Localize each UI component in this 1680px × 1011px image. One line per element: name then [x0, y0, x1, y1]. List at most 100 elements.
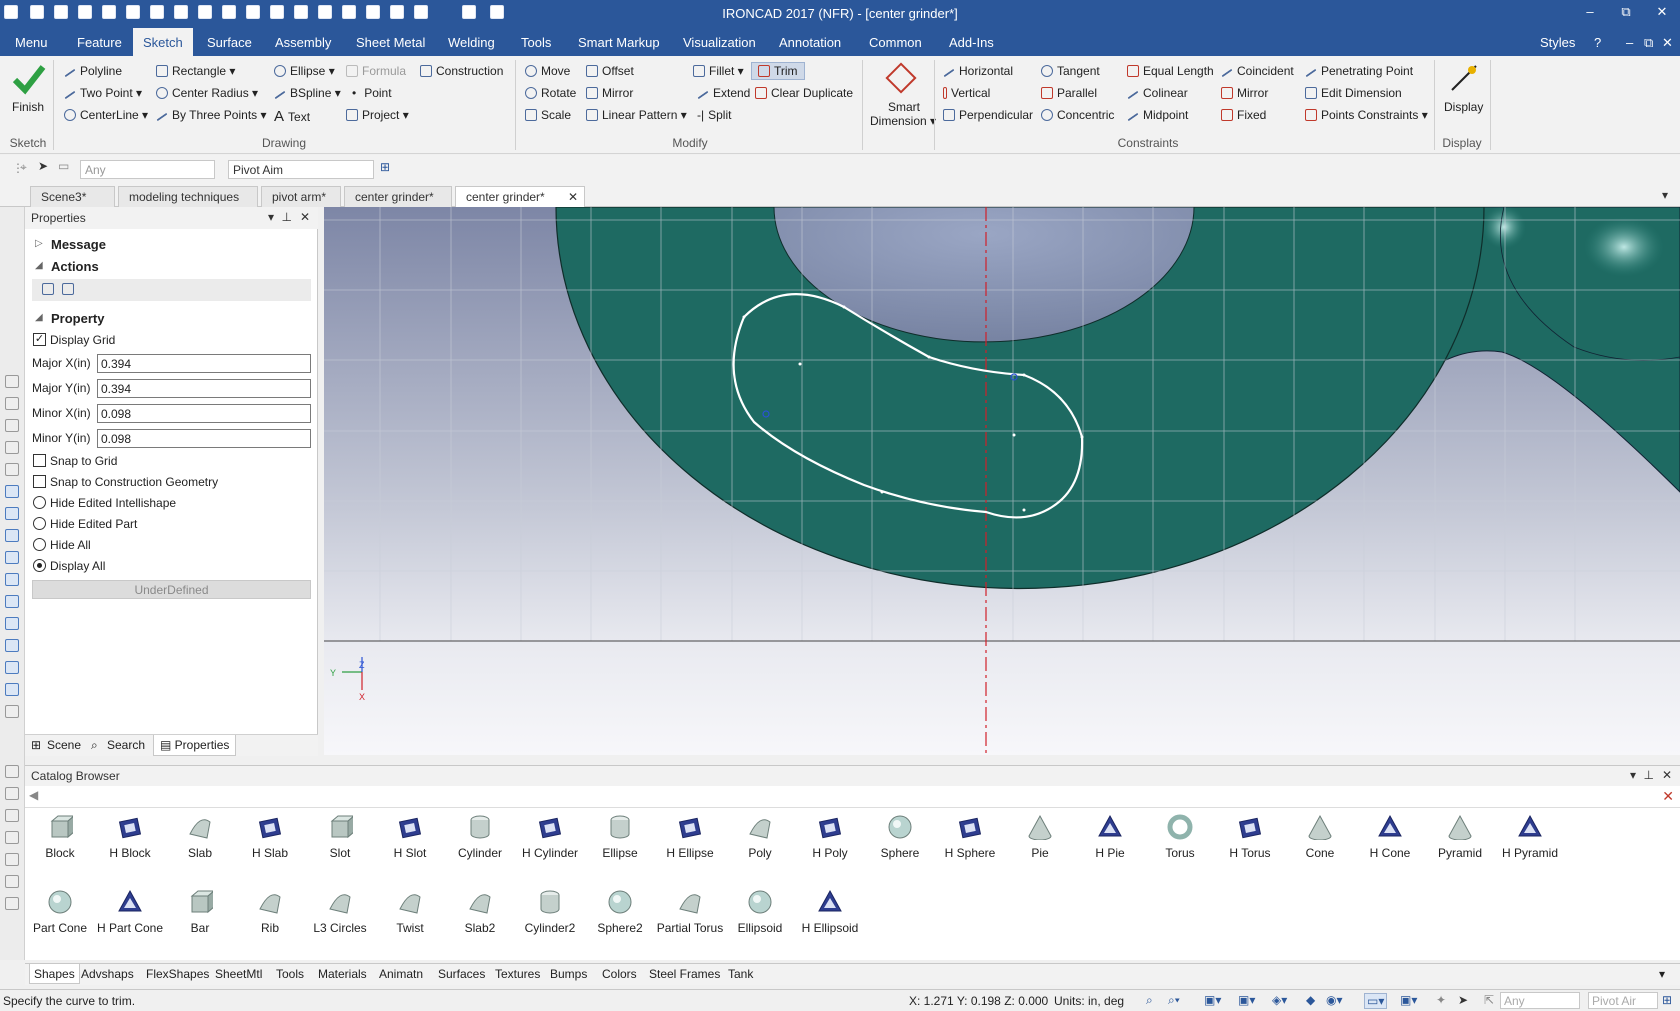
catalog-item-h-torus[interactable]: H Torus [1215, 814, 1285, 860]
tool-icon-8[interactable] [5, 529, 19, 542]
tab-sheet-metal[interactable]: Sheet Metal [356, 35, 425, 50]
colinear-constraint-button[interactable]: Colinear [1127, 86, 1188, 100]
tab-bumps[interactable]: Bumps [550, 967, 587, 981]
scale-button[interactable]: Scale [525, 108, 571, 122]
major-x-input[interactable]: 0.394 [97, 354, 311, 373]
minor-x-input[interactable]: 0.098 [97, 404, 311, 423]
tab-sheetmtl[interactable]: SheetMtl [215, 967, 262, 981]
tool-icon-21[interactable] [5, 853, 19, 866]
tool-icon-23[interactable] [5, 897, 19, 910]
tree-icon[interactable]: ⊞ [380, 160, 390, 174]
catalog-item-cone[interactable]: Cone [1285, 814, 1355, 860]
status-tree-icon[interactable]: ⊞ [1662, 993, 1672, 1007]
catalog-item-l3-circles[interactable]: L3 Circles [305, 889, 375, 935]
fillet-button[interactable]: Fillet ▾ [693, 64, 744, 78]
pin-icon[interactable]: ⊥ [282, 210, 292, 224]
tab-surface[interactable]: Surface [207, 35, 252, 50]
catalog-item-part-cone[interactable]: Part Cone [25, 889, 95, 935]
two-point-button[interactable]: Two Point ▾ [64, 86, 142, 100]
edit-dimension-button[interactable]: Edit Dimension [1305, 86, 1402, 100]
doc-minimize-button[interactable]: – [1626, 35, 1633, 50]
restore-button[interactable]: ⧉ [1612, 4, 1640, 20]
horizontal-constraint-button[interactable]: Horizontal [943, 64, 1013, 78]
tool-icon-22[interactable] [5, 875, 19, 888]
tool-icon-14[interactable] [5, 661, 19, 674]
tab-materials[interactable]: Materials [318, 967, 367, 981]
tab-tools[interactable]: Tools [521, 35, 551, 50]
pointer-icon[interactable]: ➤ [38, 159, 48, 173]
tool-icon-20[interactable] [5, 831, 19, 844]
view-orient-icon[interactable]: ▣▾ [1238, 993, 1255, 1007]
minor-y-input[interactable]: 0.098 [97, 429, 311, 448]
tangent-constraint-button[interactable]: Tangent [1041, 64, 1100, 78]
doc-close-button[interactable]: ✕ [1662, 35, 1673, 51]
tab-steel-frames[interactable]: Steel Frames [649, 967, 720, 981]
viewport-canvas[interactable]: Y Z X [324, 207, 1680, 755]
panel-close-icon[interactable]: ✕ [300, 210, 310, 224]
snap-grid-checkbox[interactable] [33, 454, 46, 467]
tab-search[interactable]: Search [107, 738, 145, 752]
tab-add-ins[interactable]: Add-Ins [949, 35, 994, 50]
tool-icon-13[interactable] [5, 639, 19, 652]
tab-feature[interactable]: Feature [77, 35, 122, 50]
tool-icon-15[interactable] [5, 683, 19, 696]
points-constraints-button[interactable]: Points Constraints ▾ [1305, 108, 1428, 122]
zoom-icon[interactable]: ⌕ [1146, 993, 1153, 1008]
tool-icon-11[interactable] [5, 595, 19, 608]
point-button[interactable]: • Point [352, 86, 392, 100]
mirror-constraint-button[interactable]: Mirror [1221, 86, 1268, 100]
property-section[interactable]: Property [51, 311, 104, 326]
tab-animatn[interactable]: Animatn [379, 967, 423, 981]
linear-pattern-button[interactable]: Linear Pattern ▾ [586, 108, 687, 122]
tab-pivot-arm[interactable]: pivot arm* [261, 186, 341, 207]
catalog-item-sphere[interactable]: Sphere [865, 814, 935, 860]
catalog-item-partial-torus[interactable]: Partial Torus [655, 889, 725, 935]
status-pointer-icon[interactable]: ➤ [1458, 993, 1468, 1007]
tab-assembly[interactable]: Assembly [275, 35, 331, 50]
project-button[interactable]: Project ▾ [346, 108, 409, 122]
catalog-item-pyramid[interactable]: Pyramid [1425, 814, 1495, 860]
tab-shapes[interactable]: Shapes [29, 964, 80, 984]
tab-common[interactable]: Common [869, 35, 922, 50]
catalog-item-h-slab[interactable]: H Slab [235, 814, 305, 860]
coincident-constraint-button[interactable]: Coincident [1221, 64, 1294, 78]
hide-edited-intellishape-radio[interactable] [33, 496, 46, 509]
tab-center-grinder-2[interactable]: center grinder* ✕ [455, 186, 585, 208]
tab-welding[interactable]: Welding [448, 35, 495, 50]
tool-icon-16[interactable] [5, 705, 19, 718]
tool-icon-19[interactable] [5, 809, 19, 822]
view-cube-icon[interactable]: ▣▾ [1204, 993, 1221, 1007]
styles-menu[interactable]: Styles [1540, 35, 1575, 50]
tool-icon-18[interactable] [5, 787, 19, 800]
rotate-button[interactable]: Rotate [525, 86, 576, 100]
render-mode-icon[interactable]: ◈▾ [1272, 993, 1287, 1007]
smart-dimension-label-1[interactable]: Smart [888, 100, 920, 114]
3d-viewport[interactable]: Y Z X [324, 207, 1680, 755]
tab-properties[interactable]: ▤ Properties [153, 735, 237, 756]
display-grid-checkbox[interactable]: ✓ [33, 333, 46, 346]
tool-icon-10[interactable] [5, 573, 19, 586]
doc-restore-button[interactable]: ⧉ [1644, 35, 1653, 51]
minimize-button[interactable]: – [1576, 4, 1604, 19]
help-icon[interactable]: ? [1594, 35, 1601, 50]
catalog-item-block[interactable]: Block [25, 814, 95, 860]
tab-advshaps[interactable]: Advshaps [81, 967, 134, 981]
tabs-dropdown-icon[interactable]: ▾ [1662, 188, 1668, 202]
panel-dropdown-icon[interactable]: ▾ [268, 210, 274, 224]
catalog-clear-icon[interactable]: ✕ [1662, 788, 1674, 805]
catalog-item-h-ellipsoid[interactable]: H Ellipsoid [795, 889, 865, 935]
scene-tab-icon[interactable]: ⊞ [31, 738, 41, 752]
catalog-item-h-cylinder[interactable]: H Cylinder [515, 814, 585, 860]
select-part-icon[interactable]: ⌖ [20, 160, 27, 175]
actions-section[interactable]: Actions [51, 259, 99, 274]
centerline-button[interactable]: CenterLine ▾ [64, 108, 148, 122]
tool-icon-6[interactable] [5, 485, 19, 498]
offset-button[interactable]: Offset [586, 64, 634, 78]
hide-all-radio[interactable] [33, 538, 46, 551]
tab-textures[interactable]: Textures [495, 967, 540, 981]
catalog-item-h-cone[interactable]: H Cone [1355, 814, 1425, 860]
catalog-item-h-block[interactable]: H Block [95, 814, 165, 860]
catalog-item-ellipsoid[interactable]: Ellipsoid [725, 889, 795, 935]
catalog-item-torus[interactable]: Torus [1145, 814, 1215, 860]
catalog-item-cylinder[interactable]: Cylinder [445, 814, 515, 860]
